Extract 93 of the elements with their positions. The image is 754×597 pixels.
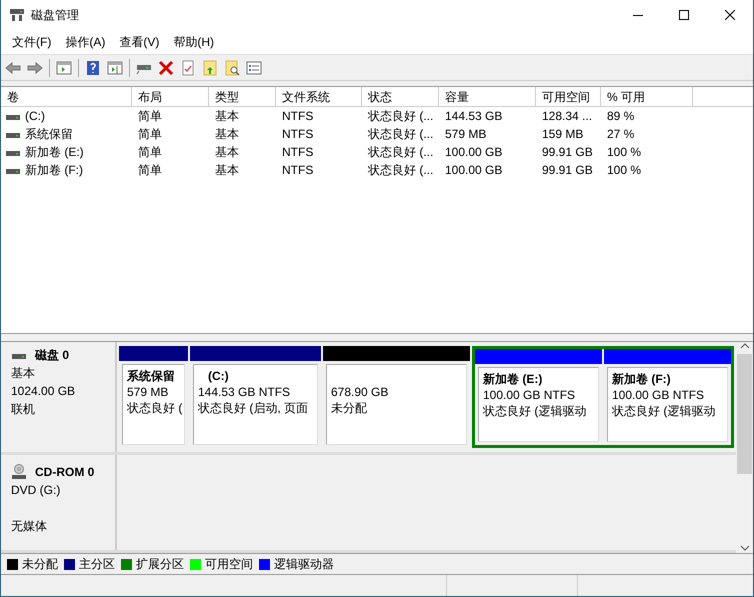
- legend-label: 未分配: [22, 556, 58, 572]
- disk-label-panel[interactable]: CD-ROM 0 DVD (G:) 无媒体: [1, 455, 117, 550]
- legend-label: 扩展分区: [136, 556, 184, 572]
- partition-block[interactable]: 新加卷 (E:) 100.00 GB NTFS 状态良好 (逻辑驱动: [478, 367, 599, 442]
- scrollbar-thumb[interactable]: [737, 354, 752, 474]
- table-cell-text: 状态良好 (...: [367, 108, 434, 124]
- table-cell-text: 99.91 GB: [541, 163, 594, 177]
- table-cell: (C:): [25, 109, 45, 123]
- disk-status: 无媒体: [11, 518, 48, 535]
- partition-label: (C:): [207, 368, 230, 384]
- partition-block[interactable]: 系统保留 579 MB 状态良好 (: [122, 364, 185, 445]
- column-header[interactable]: % 可用: [601, 87, 693, 106]
- table-cell-text: NTFS: [281, 127, 314, 141]
- table-cell-text: 27 %: [606, 127, 636, 141]
- table-cell-text: NTFS: [281, 145, 314, 159]
- delete-icon[interactable]: [158, 60, 174, 76]
- table-cell-text: 144.53 GB: [444, 109, 504, 123]
- disk-label-panel[interactable]: 磁盘 0 基本 1024.00 GB 联机: [1, 342, 117, 452]
- partition-size: 579 MB: [127, 384, 170, 400]
- column-header[interactable]: 容量: [439, 87, 536, 106]
- partition-block[interactable]: (C:) 144.53 GB NTFS 状态良好 (启动, 页面: [193, 364, 318, 445]
- column-header[interactable]: 可用空间: [536, 87, 601, 106]
- table-cell-text: 89 %: [606, 109, 636, 123]
- table-cell-text: 简单: [137, 126, 163, 142]
- column-header[interactable]: 布局: [132, 87, 209, 106]
- table-cell-text: 状态良好 (...: [367, 144, 434, 160]
- back-arrow-icon[interactable]: [5, 60, 21, 76]
- table-cell-text: 状态良好 (...: [367, 126, 434, 142]
- scroll-down-icon[interactable]: [740, 543, 750, 553]
- partition-status: 状态良好 (逻辑驱动: [612, 403, 716, 419]
- menu-item[interactable]: 查看(V): [112, 34, 166, 50]
- table-cell: 新加卷 (F:): [25, 162, 83, 178]
- partition-label: 新加卷 (E:): [483, 371, 544, 387]
- table-cell-text: 100.00 GB: [444, 163, 504, 177]
- disk-type: DVD (G:): [11, 482, 62, 499]
- partition-size: 678.90 GB: [331, 384, 390, 400]
- table-cell-text: 100 %: [606, 163, 642, 177]
- disk-name: CD-ROM 0: [35, 464, 94, 481]
- forward-arrow-icon[interactable]: [27, 60, 43, 76]
- table-cell-text: 状态良好 (...: [367, 162, 434, 178]
- table-cell-text: 简单: [137, 108, 163, 124]
- table-cell: 系统保留: [25, 126, 73, 142]
- disk-type: 基本: [11, 365, 36, 382]
- checkmark-document-icon[interactable]: [180, 60, 196, 76]
- table-cell-text: 基本: [214, 126, 240, 142]
- list-icon[interactable]: [246, 60, 262, 76]
- help-icon[interactable]: [85, 60, 101, 76]
- maximize-icon[interactable]: [679, 10, 689, 20]
- partition-size: 100.00 GB NTFS: [483, 387, 576, 403]
- column-header[interactable]: 类型: [209, 87, 276, 106]
- table-cell-text: 99.91 GB: [541, 145, 594, 159]
- partition-status: 未分配: [331, 400, 368, 416]
- legend-label: 主分区: [79, 556, 115, 572]
- table-cell-text: 基本: [214, 144, 240, 160]
- table-cell-text: 简单: [137, 144, 163, 160]
- app-icon: [9, 7, 25, 23]
- table-cell-text: 基本: [214, 108, 240, 124]
- table-cell-text: 100.00 GB: [444, 145, 504, 159]
- partition-label: 新加卷 (F:): [612, 371, 672, 387]
- panel-icon[interactable]: [56, 60, 72, 76]
- table-cell-text: NTFS: [281, 163, 314, 177]
- panel-icon[interactable]: [107, 60, 123, 76]
- menu-item[interactable]: 帮助(H): [166, 34, 221, 50]
- partition-size: 144.53 GB NTFS: [198, 384, 292, 400]
- window-title: 磁盘管理: [31, 6, 79, 24]
- disk-status: 联机: [11, 401, 36, 418]
- table-cell-text: 159 MB: [541, 127, 584, 141]
- disc-drive-icon: [11, 464, 27, 480]
- disk-size: 1024.00 GB: [11, 383, 76, 400]
- disk-name: 磁盘 0: [35, 347, 70, 364]
- close-icon[interactable]: [725, 10, 735, 20]
- partition-block[interactable]: 新加卷 (F:) 100.00 GB NTFS 状态良好 (逻辑驱动: [607, 367, 728, 442]
- table-cell-text: NTFS: [281, 109, 314, 123]
- partition-label: 系统保留: [127, 368, 176, 384]
- partition-status: 状态良好 (逻辑驱动: [483, 403, 588, 419]
- table-cell-text: 579 MB: [444, 127, 488, 141]
- column-header[interactable]: 文件系统: [276, 87, 362, 106]
- partition-status: 状态良好 (启动, 页面: [198, 400, 309, 416]
- column-header[interactable]: 状态: [362, 87, 439, 106]
- partition-block[interactable]: 678.90 GB 未分配: [326, 364, 467, 445]
- column-header[interactable]: 卷: [1, 87, 132, 106]
- partition-status: 状态良好 (: [127, 400, 180, 416]
- folder-search-icon[interactable]: [224, 60, 240, 76]
- table-cell-text: 简单: [137, 162, 163, 178]
- legend-label: 逻辑驱动器: [274, 556, 334, 572]
- legend-label: 可用空间: [205, 556, 253, 572]
- table-cell-text: 128.34 ...: [541, 109, 594, 123]
- partition-size: 100.00 GB NTFS: [612, 387, 706, 403]
- menu-item[interactable]: 操作(A): [58, 34, 112, 50]
- table-cell-text: 100 %: [606, 145, 642, 159]
- menu-item[interactable]: 文件(F): [5, 34, 58, 50]
- table-cell-text: 基本: [214, 162, 240, 178]
- table-cell: 新加卷 (E:): [25, 144, 84, 160]
